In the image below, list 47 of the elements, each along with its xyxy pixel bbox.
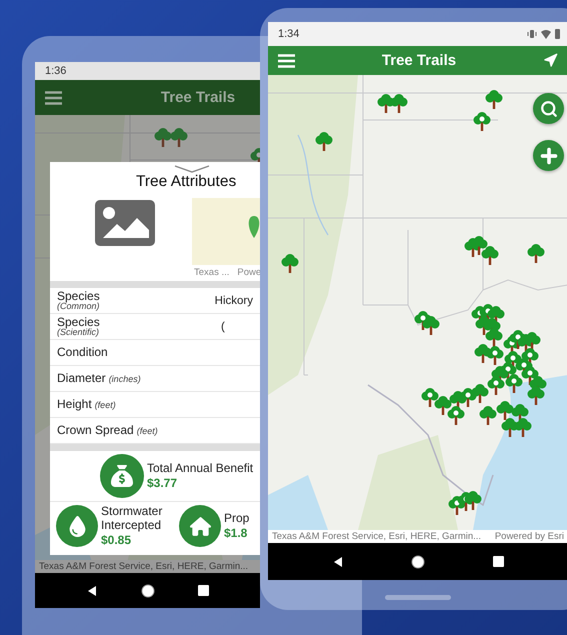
back-icon[interactable] <box>86 584 98 596</box>
attribute-unit: (Common) <box>57 302 100 312</box>
menu-icon[interactable] <box>45 90 62 104</box>
home-indicator <box>385 595 451 600</box>
status-time: 1:36 <box>45 65 66 77</box>
attribute-value: ( <box>221 320 225 332</box>
navigation-icon[interactable] <box>543 53 558 68</box>
app-title: Tree Trails <box>380 52 458 69</box>
image-placeholder-icon <box>95 200 155 246</box>
attribute-label: Crown Spread <box>57 424 134 437</box>
benefit-label: Stormwater Intercepted <box>101 505 164 533</box>
attribute-label: Condition <box>57 346 108 359</box>
map-attribution: Texas ... <box>194 267 230 278</box>
benefit-value: $0.85 <box>101 532 132 547</box>
benefit-label: Total Annual Benefit <box>147 462 254 476</box>
attribute-label: Height <box>57 398 92 411</box>
recents-icon[interactable] <box>493 556 504 567</box>
attribute-label: Species <box>57 290 100 302</box>
chevron-icon[interactable] <box>174 165 210 173</box>
back-icon[interactable] <box>332 556 344 568</box>
dialog-title: Tree Attributes <box>136 173 238 191</box>
wifi-icon <box>541 30 551 38</box>
benefit-label: Prop <box>224 512 250 526</box>
battery-icon <box>555 29 560 39</box>
attribute-value: Hickory <box>214 294 253 306</box>
vibrate-icon <box>527 29 537 39</box>
house-icon <box>179 505 221 547</box>
attribute-unit: (inches) <box>108 375 141 384</box>
attribute-unit: (feet) <box>136 427 158 436</box>
attribute-unit: (Scientific) <box>57 328 100 338</box>
home-icon[interactable] <box>140 584 155 598</box>
attribute-unit: (feet) <box>94 401 116 410</box>
home-icon[interactable] <box>411 554 426 568</box>
status-time: 1:34 <box>278 28 300 40</box>
benefit-value: $1.8 <box>224 526 248 540</box>
attribute-label: Diameter <box>57 372 106 385</box>
map-attribution: Texas A&M Forest Service, Esri, HERE, Garmin... <box>272 531 482 542</box>
attribute-label: Species <box>57 316 100 328</box>
money-bag-icon <box>100 454 144 498</box>
water-drop-icon <box>56 505 98 547</box>
app-title: Tree Trails <box>160 89 236 106</box>
recents-icon[interactable] <box>198 585 209 596</box>
search-icon <box>540 100 558 118</box>
map-attribution: Texas A&M Forest Service, Esri, HERE, Garmin... <box>39 561 248 572</box>
powered-by-text: Powered by Esri <box>494 531 564 542</box>
map-pin-icon <box>248 216 260 238</box>
benefit-value: $3.77 <box>147 476 178 490</box>
